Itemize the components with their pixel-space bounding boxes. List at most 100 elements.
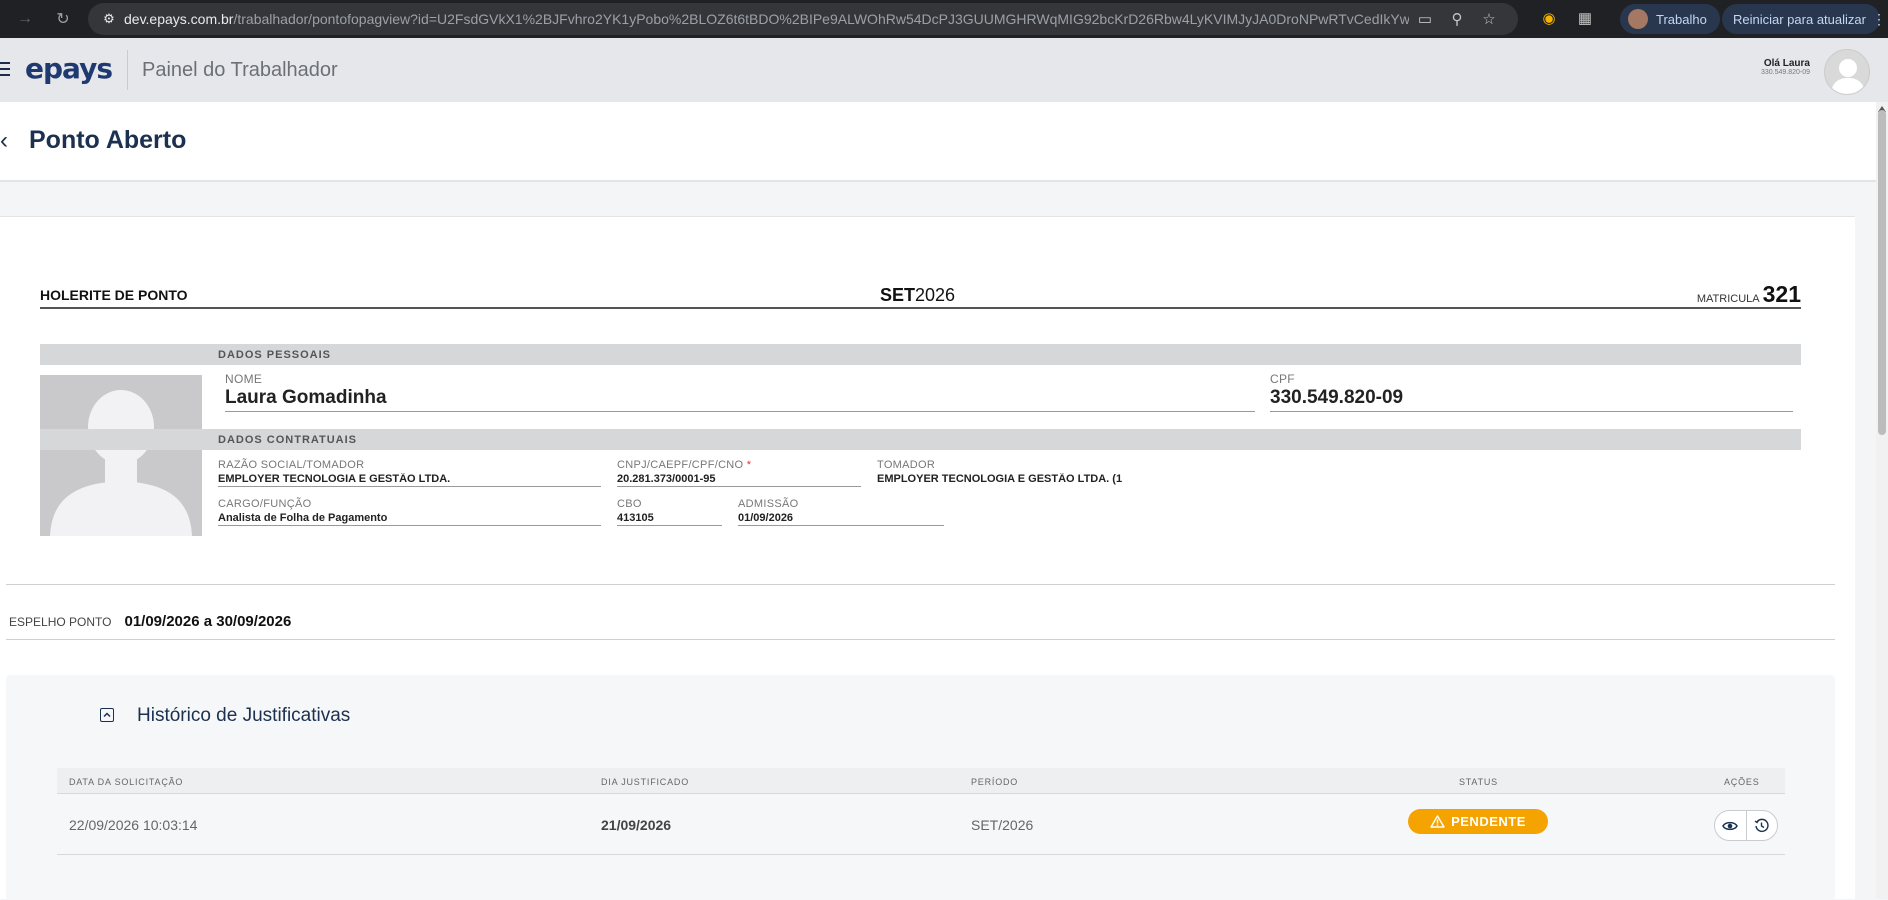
field-razao-social: RAZÃO SOCIAL/TOMADOR EMPLOYER TECNOLOGIA… — [218, 459, 601, 487]
section-dados-contratuais: DADOS CONTRATUAIS — [40, 429, 1801, 450]
cargo-value: Analista de Folha de Pagamento — [218, 512, 601, 526]
user-document: 330.549.820-09 — [1760, 69, 1810, 76]
avatar-silhouette-icon — [1831, 59, 1865, 94]
cargo-label: CARGO/FUNÇÃO — [218, 498, 312, 510]
section-dados-pessoais-label: DADOS PESSOAIS — [218, 349, 332, 361]
cbo-value: 413105 — [617, 512, 722, 526]
cnpj-label-wrap: CNPJ/CAEPF/CPF/CNO * — [617, 459, 861, 471]
profile-button[interactable]: Trabalho — [1620, 4, 1720, 34]
cnpj-value: 20.281.373/0001-95 — [617, 473, 861, 487]
field-cnpj: CNPJ/CAEPF/CPF/CNO * 20.281.373/0001-95 — [617, 459, 861, 487]
required-marker: * — [746, 459, 752, 471]
extensions-puzzle-icon[interactable]: ▦ — [1574, 8, 1596, 30]
history-button[interactable] — [1745, 811, 1777, 840]
status-label: PENDENTE — [1451, 814, 1526, 829]
matricula: MATRICULA 321 — [1697, 281, 1801, 308]
divider — [6, 639, 1835, 640]
profile-label: Trabalho — [1656, 11, 1707, 27]
espelho-value: 01/09/2026 a 30/09/2026 — [124, 613, 292, 630]
historico-title[interactable]: Histórico de Justificativas — [137, 705, 350, 727]
browser-toolbar: → ↻ ⚙ dev.epays.com.br/trabalhador/ponto… — [0, 0, 1888, 38]
field-admissao: ADMISSÃO 01/09/2026 — [738, 498, 944, 526]
col-status: STATUS — [1459, 777, 1498, 787]
warning-icon — [1430, 815, 1445, 828]
url-text[interactable]: dev.epays.com.br/trabalhador/pontofopagv… — [124, 11, 1409, 27]
espelho-ponto: ESPELHO PONTO 01/09/2026 a 30/09/2026 — [9, 613, 291, 630]
history-icon — [1755, 818, 1770, 832]
col-dia-justificado: DIA JUSTIFICADO — [601, 777, 690, 787]
holerite-year: 2026 — [915, 285, 956, 305]
view-button[interactable] — [1715, 811, 1746, 840]
holerite-month: SET — [880, 285, 916, 305]
cell-periodo: SET/2026 — [971, 817, 1034, 833]
person-silhouette-icon — [50, 390, 192, 536]
extension-icon[interactable]: ◉ — [1538, 8, 1560, 30]
holerite-title: HOLERITE DE PONTO — [40, 287, 188, 303]
page-scrollbar[interactable] — [1876, 102, 1888, 899]
nome-value: Laura Gomadinha — [225, 387, 1255, 412]
section-dados-contratuais-label: DADOS CONTRATUAIS — [218, 434, 358, 446]
col-data-solicitacao: DATA DA SOLICITAÇÃO — [69, 777, 184, 787]
holerite-card: HOLERITE DE PONTO SET2026 MATRICULA 321 D… — [0, 216, 1855, 900]
panel-title: Painel do Trabalhador — [142, 59, 338, 81]
tomador-label: TOMADOR — [877, 459, 936, 471]
menu-icon[interactable] — [0, 62, 10, 80]
field-tomador: TOMADOR EMPLOYER TECNOLOGIA E GESTÃO LTD… — [877, 459, 1132, 486]
table-header: DATA DA SOLICITAÇÃO DIA JUSTIFICADO PERÍ… — [57, 768, 1785, 794]
field-nome: NOME Laura Gomadinha — [225, 372, 1255, 412]
field-cargo: CARGO/FUNÇÃO Analista de Folha de Pagame… — [218, 498, 601, 526]
cnpj-label: CNPJ/CAEPF/CPF/CNO — [617, 459, 744, 471]
zoom-icon[interactable]: ⚲ — [1441, 10, 1473, 28]
install-app-icon[interactable]: ▭ — [1409, 10, 1441, 28]
employee-photo — [40, 375, 202, 536]
table-row: 22/09/2026 10:03:14 21/09/2026 SET/2026 … — [57, 795, 1785, 855]
historico-section: Histórico de Justificativas DATA DA SOLI… — [6, 675, 1835, 900]
site-info-icon[interactable]: ⚙ — [94, 11, 124, 27]
field-cpf: CPF 330.549.820-09 — [1270, 372, 1793, 412]
epays-logo[interactable]: epays — [25, 52, 113, 85]
cell-data-solicitacao: 22/09/2026 10:03:14 — [69, 817, 198, 833]
col-periodo: PERÍODO — [971, 777, 1019, 787]
url-host: dev.epays.com.br — [124, 11, 234, 27]
reload-icon[interactable]: ↻ — [48, 9, 78, 29]
profile-avatar — [1628, 9, 1648, 29]
razao-value: EMPLOYER TECNOLOGIA E GESTÃO LTDA. — [218, 473, 601, 487]
divider — [6, 584, 1835, 585]
user-avatar[interactable] — [1824, 49, 1870, 95]
scrollbar-thumb[interactable] — [1878, 110, 1886, 435]
update-label: Reiniciar para atualizar — [1733, 11, 1866, 27]
forward-icon[interactable]: → — [10, 10, 40, 28]
cell-dia-justificado: 21/09/2026 — [601, 817, 672, 833]
admissao-value: 01/09/2026 — [738, 512, 944, 526]
page-title-bar: ‹ Ponto Aberto — [0, 102, 1876, 182]
espelho-label: ESPELHO PONTO — [9, 615, 112, 629]
eye-icon — [1722, 821, 1739, 830]
user-info[interactable]: Olá Laura 330.549.820-09 — [1761, 58, 1810, 76]
app-header: epays Painel do Trabalhador Olá Laura 33… — [0, 38, 1888, 102]
status-badge: PENDENTE — [1408, 809, 1548, 834]
header-divider — [127, 50, 128, 90]
cpf-value: 330.549.820-09 — [1270, 387, 1793, 412]
col-acoes: AÇÕES — [1724, 777, 1760, 787]
holerite-header: HOLERITE DE PONTO SET2026 MATRICULA 321 — [40, 281, 1801, 309]
matricula-label: MATRICULA — [1696, 293, 1760, 305]
update-button[interactable]: Reiniciar para atualizar ⋮ — [1722, 4, 1886, 34]
holerite-period: SET2026 — [880, 285, 955, 306]
field-cbo: CBO 413105 — [617, 498, 722, 526]
section-dados-pessoais: DADOS PESSOAIS — [40, 344, 1801, 365]
cpf-label: CPF — [1270, 372, 1295, 386]
page-title: Ponto Aberto — [29, 126, 187, 154]
address-bar[interactable]: ⚙ dev.epays.com.br/trabalhador/pontofopa… — [88, 3, 1518, 35]
actions-group — [1714, 810, 1778, 841]
cbo-label: CBO — [617, 498, 642, 510]
admissao-label: ADMISSÃO — [738, 498, 799, 510]
nome-label: NOME — [225, 372, 263, 386]
back-chevron-icon[interactable]: ‹ — [0, 127, 8, 155]
url-path: /trabalhador/pontofopagview?id=U2FsdGVkX… — [233, 11, 1409, 27]
user-greeting: Olá Laura — [1763, 58, 1810, 69]
collapse-toggle-icon[interactable] — [100, 708, 114, 722]
razao-label: RAZÃO SOCIAL/TOMADOR — [218, 459, 365, 471]
tomador-value: EMPLOYER TECNOLOGIA E GESTÃO LTDA. (1 — [877, 473, 1123, 485]
bookmark-star-icon[interactable]: ☆ — [1473, 10, 1505, 28]
matricula-value: 321 — [1762, 281, 1801, 307]
